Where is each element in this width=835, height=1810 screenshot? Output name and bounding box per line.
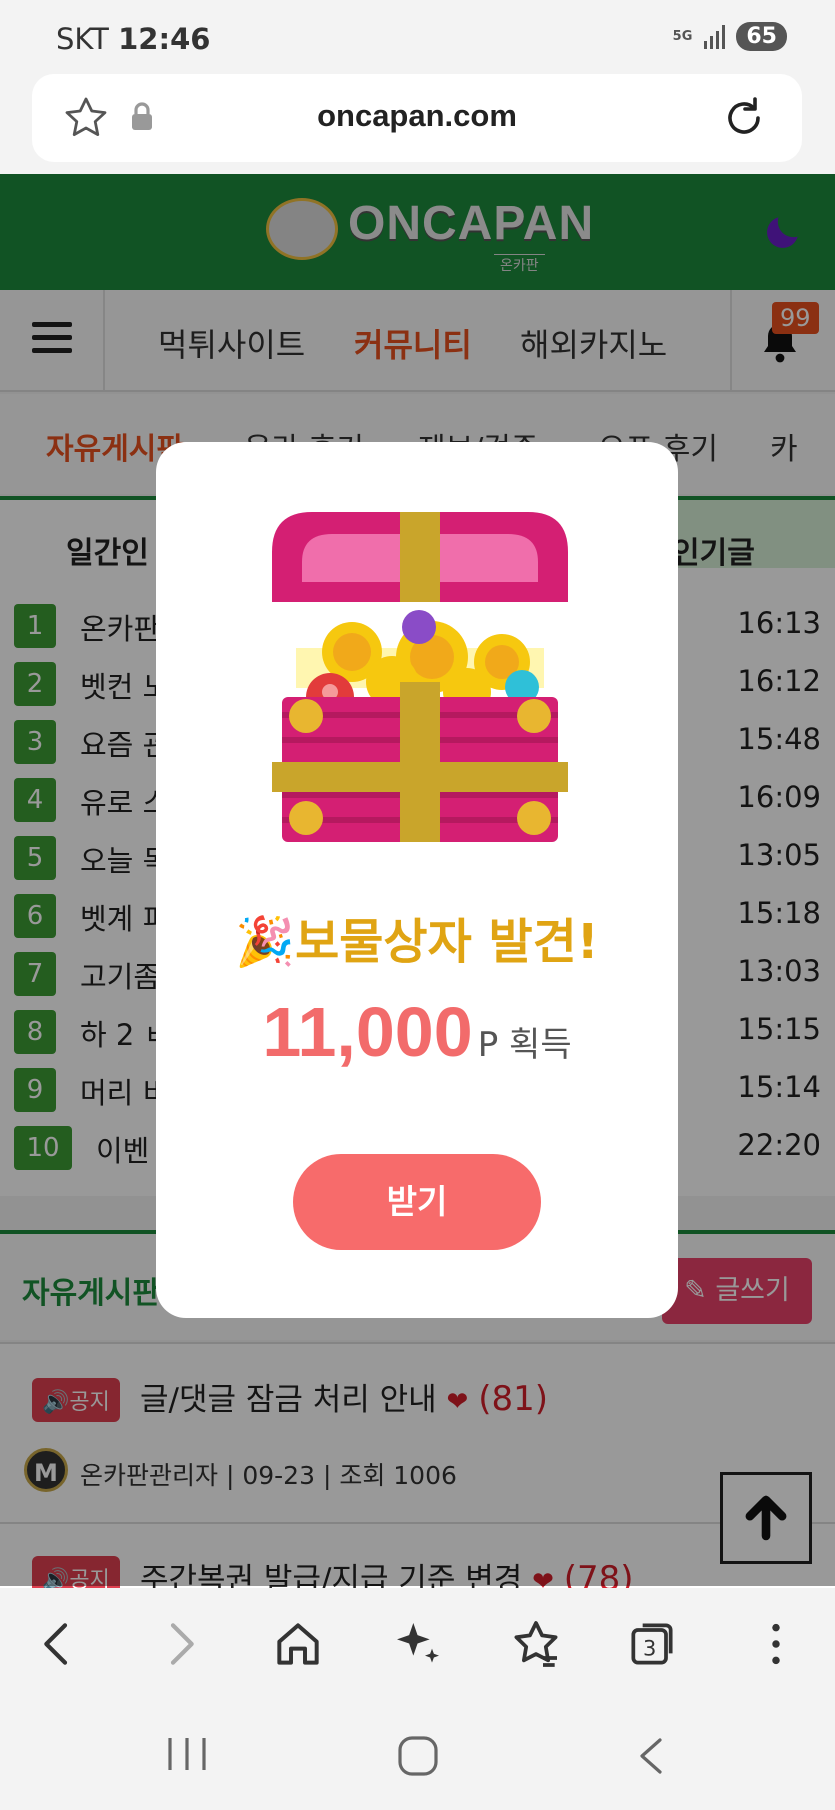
carrier-label: SKT <box>56 22 109 56</box>
back-icon[interactable] <box>30 1616 86 1672</box>
browser-toolbar: 3 <box>0 1588 835 1698</box>
home-button-icon[interactable] <box>396 1734 440 1782</box>
url-text[interactable]: oncapan.com <box>32 98 802 134</box>
battery-icon: 65 <box>736 22 787 51</box>
treasure-chest-icon <box>272 512 568 842</box>
svg-text:3: 3 <box>643 1637 656 1661</box>
signal-icon <box>702 24 726 49</box>
bookmarks-star-icon[interactable] <box>508 1616 564 1672</box>
reward-amount: 11,000 <box>262 993 473 1071</box>
party-popper-icon: 🎉 <box>235 914 296 970</box>
system-back-icon[interactable] <box>632 1734 672 1782</box>
modal-title: 보물상자 발견! <box>295 914 599 970</box>
more-menu-icon[interactable] <box>748 1616 804 1672</box>
claim-button[interactable]: 받기 <box>293 1154 541 1250</box>
tabs-icon[interactable]: 3 <box>624 1616 680 1672</box>
clock: 12:46 <box>118 22 211 56</box>
recent-apps-icon[interactable] <box>162 1734 212 1778</box>
reward-unit: P 획득 <box>477 1025 572 1065</box>
system-nav-bar <box>0 1698 835 1810</box>
reload-icon[interactable] <box>720 94 768 146</box>
treasure-chest-modal: 🎉보물상자 발견! 11,000 P 획득 받기 <box>156 442 678 1318</box>
home-icon[interactable] <box>270 1616 326 1672</box>
forward-icon[interactable] <box>152 1616 208 1672</box>
sparkle-icon[interactable] <box>390 1616 446 1672</box>
status-bar: SKT 12:46 5G 65 <box>0 0 835 72</box>
url-bar[interactable]: oncapan.com <box>32 74 802 162</box>
network-icon: 5G <box>672 29 693 44</box>
